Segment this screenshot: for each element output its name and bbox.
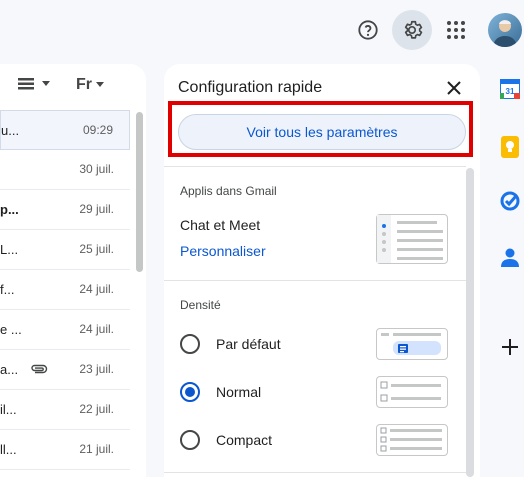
quick-settings-scrollbar[interactable] — [466, 168, 474, 477]
apps-grid-icon[interactable] — [440, 14, 472, 46]
customize-link[interactable]: Personnaliser — [180, 243, 266, 259]
radio-default[interactable] — [180, 334, 200, 354]
mail-date: 29 juil. — [79, 202, 114, 216]
density-option-compact[interactable]: Compact — [180, 430, 272, 450]
calendar-day-text: 31 — [506, 87, 515, 96]
attachment-icon — [30, 362, 48, 377]
chat-meet-label: Chat et Meet — [180, 217, 261, 233]
add-icon[interactable] — [499, 336, 521, 358]
chevron-down-icon — [42, 81, 50, 86]
density-option-label: Normal — [216, 384, 262, 400]
mail-date: 30 juil. — [79, 162, 114, 176]
compact-density-preview — [376, 424, 448, 456]
mail-list-toolbar: Fr — [0, 64, 146, 110]
density-section-label: Densité — [180, 298, 221, 312]
divider — [164, 166, 466, 167]
mail-date: 24 juil. — [79, 322, 114, 336]
mail-row[interactable]: 30 juil. — [0, 150, 130, 190]
mail-list-scroll-thumb[interactable] — [136, 112, 143, 272]
avatar[interactable] — [488, 13, 522, 47]
density-icon — [18, 78, 34, 90]
mail-snippet: L... — [0, 242, 19, 257]
quick-settings-title: Configuration rapide — [178, 79, 323, 96]
mail-row[interactable]: u... 09:29 — [0, 110, 130, 150]
mail-date: 09:29 — [82, 123, 113, 137]
mail-row[interactable]: L... 25 juil. — [0, 230, 130, 270]
mail-row[interactable]: ll... 21 juil. — [0, 430, 130, 470]
mail-date: 25 juil. — [79, 242, 114, 256]
density-dropdown[interactable] — [18, 78, 50, 90]
mail-snippet: p... — [0, 202, 19, 217]
density-option-label: Par défaut — [216, 336, 281, 352]
default-density-preview — [376, 328, 448, 360]
mail-date: 21 juil. — [79, 442, 114, 456]
contacts-icon[interactable] — [499, 246, 521, 268]
close-icon[interactable] — [444, 78, 464, 98]
apps-section-label: Applis dans Gmail — [180, 184, 277, 198]
divider — [164, 472, 466, 473]
calendar-icon[interactable]: 31 — [499, 78, 521, 100]
chevron-down-icon — [96, 82, 104, 87]
filter-label: Fr — [76, 76, 92, 93]
normal-density-preview — [376, 376, 448, 408]
divider — [164, 280, 466, 281]
mail-row[interactable]: p... 29 juil. — [0, 190, 130, 230]
tasks-icon[interactable] — [499, 190, 521, 212]
mail-snippet: u... — [1, 123, 20, 138]
language-filter[interactable]: Fr — [76, 76, 104, 94]
mail-snippet: ll... — [0, 442, 17, 457]
mail-snippet: il... — [0, 402, 17, 417]
mail-date: 22 juil. — [79, 402, 114, 416]
mail-row[interactable]: f... 24 juil. — [0, 270, 130, 310]
mail-rows: u... 09:29 30 juil. p... 29 juil. L... 2… — [0, 110, 130, 470]
mail-date: 23 juil. — [79, 362, 114, 376]
mail-row[interactable]: a... 23 juil. — [0, 350, 130, 390]
mail-snippet: e ... — [0, 322, 22, 337]
keep-icon[interactable] — [499, 136, 521, 158]
apps-preview-thumbnail — [376, 214, 448, 264]
see-all-settings-button[interactable]: Voir tous les paramètres — [178, 114, 466, 150]
mail-row[interactable]: il... 22 juil. — [0, 390, 130, 430]
quick-settings-panel: Configuration rapide Voir tous les param… — [164, 64, 480, 477]
density-option-label: Compact — [216, 432, 273, 448]
gear-icon[interactable] — [392, 10, 432, 50]
mail-snippet: a... — [0, 362, 19, 377]
mail-date: 24 juil. — [79, 282, 114, 296]
mail-snippet: f... — [0, 282, 15, 297]
radio-normal[interactable] — [180, 382, 200, 402]
density-option-default[interactable]: Par défaut — [180, 334, 281, 354]
density-option-normal[interactable]: Normal — [180, 382, 261, 402]
mail-row[interactable]: e ... 24 juil. — [0, 310, 130, 350]
help-icon[interactable] — [352, 14, 384, 46]
radio-compact[interactable] — [180, 430, 200, 450]
